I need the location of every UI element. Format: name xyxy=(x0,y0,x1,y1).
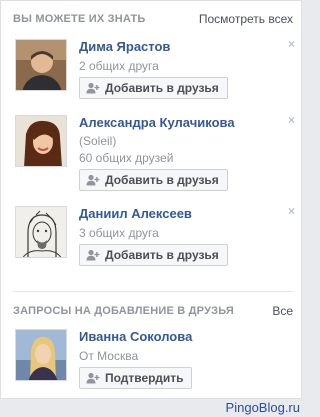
watermark: PingoBlog.ru xyxy=(225,400,300,415)
person-location: От Москва xyxy=(79,349,139,363)
avatar[interactable] xyxy=(15,329,67,381)
mutual-friends: 3 общих друга xyxy=(79,226,159,240)
requests-title: ЗАПРОСЫ НА ДОБАВЛЕНИЕ В ДРУЗЬЯ xyxy=(13,305,235,317)
add-friend-button[interactable]: Добавить в друзья xyxy=(79,244,228,266)
close-icon[interactable]: × xyxy=(288,113,295,127)
suggestion-item: Дима Ярастов 2 общих друга × Добавить в … xyxy=(15,37,295,119)
add-friend-icon xyxy=(86,82,100,94)
suggestion-item: Александра Кулачикова (Soleil) 60 общих … xyxy=(15,113,295,195)
add-friend-button[interactable]: Добавить в друзья xyxy=(79,77,228,99)
see-all-link[interactable]: Посмотреть всех xyxy=(199,12,293,26)
person-name[interactable]: Иванна Соколова xyxy=(79,329,192,344)
add-friend-icon xyxy=(86,174,100,186)
add-friend-label: Добавить в друзья xyxy=(105,248,219,262)
add-friend-icon xyxy=(86,372,100,384)
avatar[interactable] xyxy=(15,39,67,91)
suggestions-header: ВЫ МОЖЕТЕ ИХ ЗНАТЬ Посмотреть всех xyxy=(13,11,293,27)
person-name[interactable]: Александра Кулачикова xyxy=(79,115,235,130)
person-name[interactable]: Даниил Алексеев xyxy=(79,206,192,221)
suggestions-title: ВЫ МОЖЕТЕ ИХ ЗНАТЬ xyxy=(13,13,146,25)
close-icon[interactable]: × xyxy=(288,37,295,51)
add-friend-label: Добавить в друзья xyxy=(105,81,219,95)
confirm-label: Подтвердить xyxy=(105,371,184,385)
section-divider xyxy=(13,291,293,292)
avatar[interactable] xyxy=(15,115,67,167)
suggestion-item: Даниил Алексеев 3 общих друга × Добавить… xyxy=(15,204,295,286)
mutual-friends: 2 общих друга xyxy=(79,59,159,73)
add-friend-icon xyxy=(86,249,100,261)
friends-sidebar-panel: ВЫ МОЖЕТЕ ИХ ЗНАТЬ Посмотреть всех Дима … xyxy=(0,0,302,399)
add-friend-button[interactable]: Добавить в друзья xyxy=(79,169,228,191)
avatar[interactable] xyxy=(15,206,67,258)
close-icon[interactable]: × xyxy=(288,204,295,218)
person-nickname: (Soleil) xyxy=(79,134,117,148)
confirm-button[interactable]: Подтвердить xyxy=(79,367,193,389)
mutual-friends: 60 общих друзей xyxy=(79,151,174,165)
requests-header: ЗАПРОСЫ НА ДОБАВЛЕНИЕ В ДРУЗЬЯ Все xyxy=(13,303,293,319)
add-friend-label: Добавить в друзья xyxy=(105,173,219,187)
see-all-requests-link[interactable]: Все xyxy=(272,304,293,318)
person-name[interactable]: Дима Ярастов xyxy=(79,39,170,54)
request-item: Иванна Соколова От Москва Подтвердить xyxy=(15,329,295,409)
